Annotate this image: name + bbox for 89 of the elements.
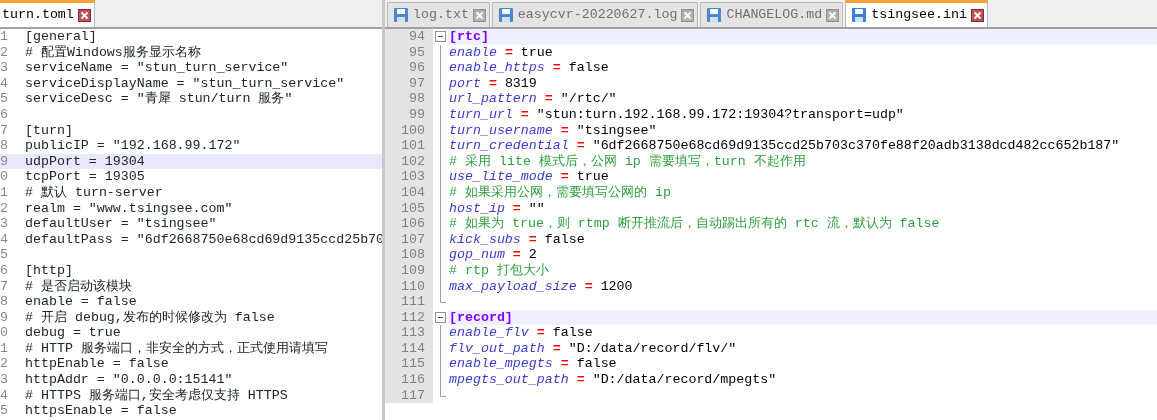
code-line: [http] [24,262,73,279]
code-line: url_pattern = "/rtc/" [448,91,617,107]
code-line: # 开启 debug,发布的时候修改为 false [24,309,275,326]
line-number: 2 [0,200,8,217]
line-number: 2 [0,44,8,61]
line-number: 7 [0,278,8,295]
line-number: 0 [0,325,8,341]
code-line: serviceDesc = "青犀 stun/turn 服务" [24,91,293,107]
code-line: flv_out_path = "D:/data/record/flv/" [448,340,737,356]
code-line: use_lite_mode = true [448,169,609,185]
code-line: # 是否启动该模块 [24,278,132,295]
code-line: httpsEnable = false [24,403,177,419]
code-line: gop_num = 2 [448,247,537,263]
code-line: enable_flv = false [448,325,593,341]
line-number: 5 [0,91,8,107]
line-number: 4 [0,231,8,248]
code-line: kick_subs = false [448,231,585,247]
line-number: 108 [385,247,433,263]
line-number: 101 [385,138,433,154]
line-number: 4 [0,387,8,404]
code-line: httpAddr = "0.0.0.0:15141" [24,372,233,388]
file-tab[interactable]: turn.toml [0,0,95,27]
file-tab[interactable]: log.txt [387,2,490,27]
line-number: 5 [0,403,8,419]
line-number: 94 [385,29,433,45]
line-number: 3 [0,372,8,388]
code-line: # 采用 lite 模式后，公网 ip 需要填写，turn 不起作用 [448,153,806,169]
line-number: 106 [385,216,433,232]
line-number: 98 [385,91,433,107]
code-line: enable_mpegts = false [448,356,617,372]
code-line: [general] [24,29,97,45]
line-number: 1 [0,29,8,45]
code-line: debug = true [24,325,121,341]
code-line: [record] [448,309,513,325]
line-number: 3 [0,60,8,76]
line-number: 113 [385,325,433,341]
code-line: # HTTPS 服务端口,安全考虑仅支持 HTTPS [24,387,288,404]
close-icon[interactable] [971,8,984,22]
code-line: # rtp 打包大小 [448,262,549,278]
code-line: # 配置Windows服务显示名称 [24,44,201,61]
code-line: enable = true [448,44,553,60]
code-line: defaultUser = "tsingsee" [24,216,217,232]
code-line: mpegts_out_path = "D:/data/record/mpegts" [448,372,777,388]
fold-toggle-icon[interactable] [435,31,446,42]
code-line: # 默认 turn-server [24,184,163,201]
file-tab[interactable]: CHANGELOG.md [700,2,844,27]
file-tab[interactable]: tsingsee.ini [845,0,988,27]
line-number: 115 [385,356,433,373]
line-number: 8 [0,294,8,310]
line-number: 9 [0,153,8,170]
line-number: 111 [385,294,433,310]
code-line: publicIP = "192.168.99.172" [24,138,241,154]
fold-toggle-icon[interactable] [435,311,446,323]
code-line: serviceDisplayName = "stun_turn_service" [24,75,345,91]
code-line: tcpPort = 19305 [24,169,145,185]
line-number: 1 [0,340,8,357]
line-number: 4 [0,75,8,92]
line-number: 116 [385,372,433,388]
line-number: 3 [0,216,8,232]
code-line: turn_credential = "6df2668750e68cd69d9135ccd25b703c370fe88f20adb3138dcd482cc652b187" [448,138,1120,154]
code-line: # 如果为 true，则 rtmp 断开推流后，自动踢出所有的 rtc 流，默认为 false [448,216,940,232]
line-number: 5 [0,247,8,263]
code-line: [rtc] [448,29,489,44]
close-icon[interactable] [77,8,91,22]
code-line: turn_url = "stun:turn.192.168.99.172:19304?transport=udp" [448,106,904,122]
code-line: enable = false [24,294,137,310]
code-line: max_payload_size = 1200 [448,278,633,294]
code-line: # 如果采用公网，需要填写公网的 ip [448,184,671,200]
code-line: turn_username = "tsingsee" [448,122,657,138]
code-line: host_ip = "" [448,200,545,216]
code-line: httpEnable = false [24,356,169,373]
code-line: udpPort = 19304 [24,153,145,170]
code-line: realm = "www.tsingsee.com" [24,200,233,217]
line-number: 103 [385,169,433,185]
code-line: enable_https = false [448,60,609,76]
code-line: port = 8319 [448,75,537,91]
line-number: 7 [0,122,8,139]
code-line: # HTTP 服务端口，非安全的方式，正式使用请填写 [24,340,328,357]
line-number: 8 [0,138,8,154]
line-number: 1 [0,184,8,201]
code-line: serviceName = "stun_turn_service" [24,60,289,76]
code-line: [turn] [24,122,73,139]
line-number: 96 [385,60,433,76]
line-number: 6 [0,106,8,123]
file-tab[interactable]: easycvr-20220627.log [491,2,699,27]
line-number: 9 [0,309,8,326]
line-number: 2 [0,356,8,373]
line-number: 0 [0,169,8,185]
line-number: 6 [0,262,8,279]
